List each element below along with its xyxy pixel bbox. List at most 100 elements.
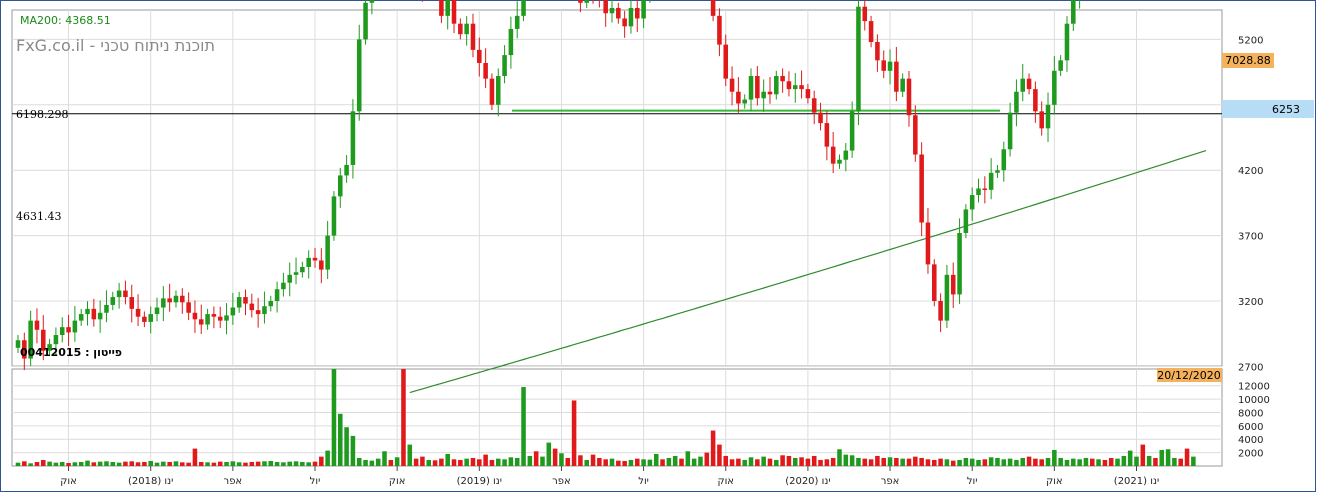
candle-body xyxy=(824,123,830,147)
candle-body xyxy=(1064,23,1070,61)
volume-bar xyxy=(502,459,507,466)
candle-body xyxy=(811,98,817,113)
candle-body xyxy=(774,76,779,95)
candle-body xyxy=(502,55,507,77)
volume-bar xyxy=(458,459,463,466)
volume-bar xyxy=(1064,459,1070,466)
candle-body xyxy=(123,290,128,298)
x-tick-label: ינו (2018) xyxy=(128,476,173,487)
candle-body xyxy=(116,290,122,298)
volume-bar xyxy=(1108,457,1114,466)
x-tick-label: אוק xyxy=(60,476,77,487)
volume-bar xyxy=(565,457,571,466)
candle-body xyxy=(603,0,608,14)
volume-bar xyxy=(489,459,495,466)
volume-bar xyxy=(887,457,893,466)
volume-bar xyxy=(47,461,52,466)
candle-body xyxy=(495,76,501,105)
volume-bar xyxy=(59,461,65,466)
volume-bar xyxy=(445,453,450,466)
volume-bar xyxy=(919,457,924,466)
volume-bar xyxy=(963,457,969,466)
volume-tick-label: 2000 xyxy=(1238,449,1263,460)
candle-body xyxy=(104,304,109,313)
candle-body xyxy=(255,310,261,315)
volume-bar xyxy=(685,451,691,466)
volume-bar xyxy=(932,459,937,466)
volume-bar xyxy=(1058,457,1063,466)
candle-body xyxy=(1052,70,1057,105)
candle-body xyxy=(268,301,274,307)
candle-body xyxy=(1007,112,1013,150)
volume-bar xyxy=(780,455,785,466)
candle-body xyxy=(180,295,185,303)
candle-body xyxy=(830,146,836,164)
candle-body xyxy=(192,312,198,320)
volume-bar xyxy=(723,455,729,466)
volume-bar xyxy=(894,457,899,466)
volume-bar xyxy=(477,459,482,466)
x-tick-label: ינו (2019) xyxy=(457,476,502,487)
candlestick-chart: 7200670062005700520047004200370032002700… xyxy=(11,0,1314,487)
candle-body xyxy=(445,0,450,16)
volume-bar xyxy=(1140,444,1146,466)
volume-bar xyxy=(527,455,533,466)
volume-bar xyxy=(843,454,849,466)
volume-bar xyxy=(546,442,552,466)
candle-body xyxy=(521,0,526,16)
candle-body xyxy=(616,8,621,19)
volume-bar xyxy=(22,461,27,466)
candle-body xyxy=(1033,89,1038,112)
candle-body xyxy=(350,111,356,165)
volume-bar xyxy=(135,462,141,466)
volume-bar xyxy=(944,459,950,466)
candle-body xyxy=(584,0,589,3)
candle-body xyxy=(300,266,305,273)
volume-bar xyxy=(66,462,71,466)
volume-bar xyxy=(508,457,514,466)
volume-tick-label: 10000 xyxy=(1238,395,1270,406)
volume-bar xyxy=(938,458,943,466)
volume-bar xyxy=(875,455,880,466)
candle-body xyxy=(761,91,766,99)
volume-bar xyxy=(571,400,577,466)
candle-body xyxy=(837,159,842,164)
volume-bar xyxy=(306,462,311,466)
candle-body xyxy=(780,76,785,82)
date-badge-text: 20/12/2020 xyxy=(1157,369,1220,382)
volume-bar xyxy=(312,461,318,466)
candle-body xyxy=(243,297,248,304)
volume-tick-label: 8000 xyxy=(1238,408,1263,419)
volume-bar xyxy=(1096,459,1101,466)
volume-bar xyxy=(230,461,236,466)
candle-body xyxy=(287,274,292,283)
candle-body xyxy=(319,260,324,270)
candle-body xyxy=(489,78,495,105)
y-tick-label: 5200 xyxy=(1238,35,1263,46)
volume-bar xyxy=(287,461,292,466)
candle-body xyxy=(312,257,318,261)
candle-body xyxy=(1071,0,1076,24)
candle-body xyxy=(856,6,861,112)
volume-bar xyxy=(401,369,406,466)
x-tick-label: אפר xyxy=(881,476,900,487)
volume-bar xyxy=(755,459,760,466)
candle-body xyxy=(230,307,236,316)
volume-bar xyxy=(641,459,646,466)
volume-bar xyxy=(420,456,425,466)
volume-bar xyxy=(622,460,627,466)
volume-bar xyxy=(578,455,583,466)
candle-body xyxy=(331,196,337,236)
volume-bar xyxy=(180,462,185,466)
volume-bar xyxy=(540,456,545,466)
volume-bar xyxy=(325,450,330,466)
candle-body xyxy=(205,314,210,325)
candle-body xyxy=(186,302,191,313)
candle-body xyxy=(1058,60,1063,71)
volume-bar xyxy=(186,462,191,466)
candle-body xyxy=(224,315,229,321)
candle-body xyxy=(59,327,65,336)
volume-bar xyxy=(957,459,962,466)
candle-body xyxy=(932,264,937,301)
volume-bar xyxy=(881,457,886,466)
